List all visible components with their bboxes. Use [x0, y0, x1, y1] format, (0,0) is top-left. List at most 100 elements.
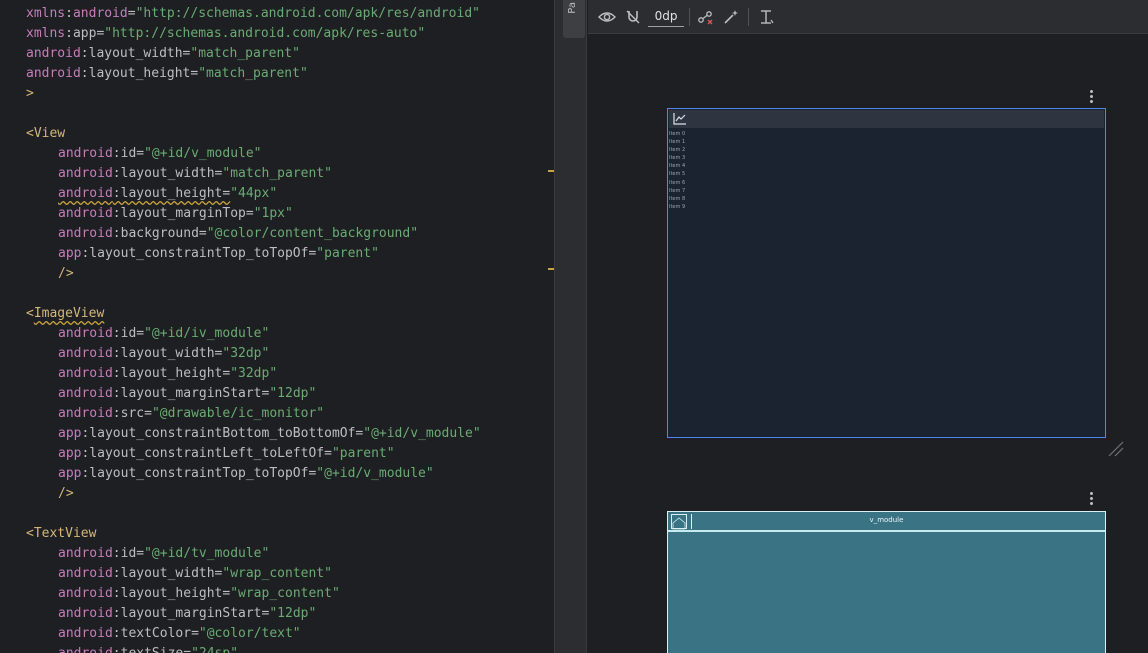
code-line[interactable]: <TextView	[0, 524, 554, 544]
autoconnect-button[interactable]	[622, 6, 644, 28]
code-line[interactable]: android:layout_marginStart="12dp"	[0, 604, 554, 624]
code-line[interactable]: android:layout_width="32dp"	[0, 344, 554, 364]
code-line[interactable]: app:layout_constraintTop_toTopOf="@+id/v…	[0, 464, 554, 484]
code-token: "wrap_content"	[222, 566, 332, 581]
code-line[interactable]: />	[0, 484, 554, 504]
code-line[interactable]: android:layout_width="wrap_content"	[0, 564, 554, 584]
code-line[interactable]	[0, 284, 554, 304]
v-module-view[interactable]: v_module	[668, 512, 1105, 532]
code-token: "wrap_content"	[230, 586, 340, 601]
code-token: "http://schemas.android.com/apk/res/andr…	[135, 6, 480, 21]
code-token: android	[58, 326, 113, 341]
code-line[interactable]: android:textColor="@color/text"	[0, 624, 554, 644]
code-line[interactable]: android:id="@+id/iv_module"	[0, 324, 554, 344]
code-token: :layout_constraintTop_toTopOf=	[81, 246, 317, 261]
code-token: android	[58, 546, 113, 561]
blueprint-preview[interactable]: Item 0 Item 1 Item 2 Item 3 Item 4 Item 5 Item…	[667, 108, 1106, 438]
code-line[interactable]: <ImageView	[0, 304, 554, 324]
list-item: Item 0	[669, 131, 686, 137]
design-surface[interactable]: 0dp Item 0 Item 1 Item 2 Item 3 Item 4 Item 5…	[588, 0, 1148, 653]
code-token: :layout_width=	[112, 346, 223, 361]
list-item: Item 3	[669, 155, 686, 162]
list-item: Item 1	[669, 139, 686, 146]
code-line[interactable]: android:layout_marginTop="1px"	[0, 204, 554, 224]
code-token: android	[72, 6, 128, 21]
code-token: :layout_height=	[112, 186, 231, 201]
code-token: "1px"	[253, 206, 293, 221]
code-line[interactable]: android:layout_marginStart="12dp"	[0, 384, 554, 404]
list-item: Item 7	[669, 187, 686, 194]
code-line[interactable]: >	[0, 84, 554, 104]
code-token: :layout_marginTop=	[112, 206, 254, 221]
design-preview[interactable]: v_module	[667, 511, 1106, 653]
view-options-button[interactable]	[596, 6, 618, 28]
code-token: <TextView	[26, 526, 97, 541]
code-token: "32dp"	[230, 366, 278, 381]
code-line[interactable]: android:id="@+id/tv_module"	[0, 544, 554, 564]
code-token: :layout_constraintTop_toTopOf=	[81, 466, 317, 481]
code-token: :layout_width=	[112, 566, 223, 581]
code-lines[interactable]: xmlns:android="http://schemas.android.co…	[0, 4, 554, 653]
code-line[interactable]: android:background="@color/content_backg…	[0, 224, 554, 244]
code-token: :layout_constraintBottom_toBottomOf=	[81, 426, 364, 441]
code-token: :layout_constraintLeft_toLeftOf=	[81, 446, 332, 461]
code-token: android	[26, 46, 81, 61]
palette-tab-label: Pa	[567, 2, 578, 14]
editor-splitter[interactable]	[554, 0, 561, 653]
design-toolbar: 0dp	[588, 0, 1148, 34]
preview-list: Item 0 Item 1 Item 2 Item 3 Item 4 Item 5 Item…	[669, 130, 685, 211]
code-line[interactable]: android:layout_height="wrap_content"	[0, 584, 554, 604]
palette-tab[interactable]: Pa	[563, 0, 585, 38]
code-line[interactable]: android:src="@drawable/ic_monitor"	[0, 404, 554, 424]
code-token: />	[58, 266, 74, 281]
code-token: android	[58, 386, 113, 401]
code-line[interactable]: app:layout_constraintLeft_toLeftOf="pare…	[0, 444, 554, 464]
code-line[interactable]: android:layout_height="match_parent"	[0, 64, 554, 84]
design-more-icon[interactable]	[1083, 490, 1099, 506]
baseline-button[interactable]	[755, 6, 777, 28]
code-token: android	[58, 186, 113, 201]
code-token: app	[58, 446, 82, 461]
code-token: "@+id/tv_module"	[144, 546, 270, 561]
code-line[interactable]: android:layout_width="match_parent"	[0, 44, 554, 64]
code-token: android	[58, 606, 113, 621]
code-token: "@+id/v_module"	[316, 466, 434, 481]
code-token: :src=	[112, 406, 152, 421]
code-token: ImageView	[33, 306, 105, 321]
code-line[interactable]: />	[0, 264, 554, 284]
code-token: android	[58, 146, 113, 161]
list-item: Item 2	[669, 147, 686, 154]
code-line[interactable]: app:layout_constraintTop_toTopOf="parent…	[0, 244, 554, 264]
code-line[interactable]	[0, 104, 554, 124]
code-line[interactable]: xmlns:app="http://schemas.android.com/ap…	[0, 24, 554, 44]
code-token: :	[65, 6, 73, 21]
code-line[interactable]: app:layout_constraintBottom_toBottomOf="…	[0, 424, 554, 444]
code-editor[interactable]: xmlns:android="http://schemas.android.co…	[0, 0, 554, 653]
code-line[interactable]	[0, 504, 554, 524]
code-token: <	[26, 306, 34, 321]
list-item: Item 5	[669, 171, 686, 178]
code-token: android	[58, 626, 113, 641]
code-line[interactable]: android:layout_height="32dp"	[0, 364, 554, 384]
code-token: xmlns	[26, 26, 66, 41]
default-margin-selector[interactable]: 0dp	[648, 7, 684, 27]
code-token: :id=	[112, 146, 145, 161]
clear-constraints-button[interactable]	[694, 6, 716, 28]
code-line[interactable]: <View	[0, 124, 554, 144]
code-line[interactable]: xmlns:android="http://schemas.android.co…	[0, 4, 554, 24]
resize-handle-icon[interactable]	[1107, 440, 1127, 460]
infer-constraints-button[interactable]	[720, 6, 742, 28]
code-token: "match_parent"	[190, 46, 300, 61]
code-token: android	[58, 406, 113, 421]
code-line[interactable]: android:layout_width="match_parent"	[0, 164, 554, 184]
code-token: "@+id/iv_module"	[144, 326, 270, 341]
blueprint-more-icon[interactable]	[1083, 88, 1099, 104]
code-token: :id=	[112, 326, 145, 341]
code-line[interactable]: android:textSize="24sp"	[0, 644, 554, 653]
magic-wand-icon	[724, 10, 738, 24]
code-token: :textSize=	[113, 646, 191, 653]
list-item: Item 9	[669, 203, 686, 210]
code-token: "32dp"	[222, 346, 270, 361]
code-line[interactable]: android:layout_height="44px"	[0, 184, 554, 204]
code-line[interactable]: android:id="@+id/v_module"	[0, 144, 554, 164]
